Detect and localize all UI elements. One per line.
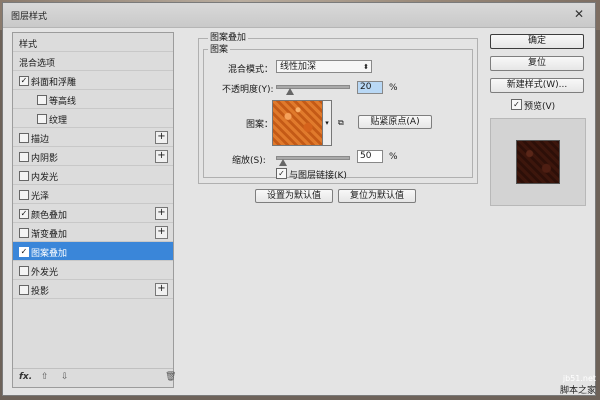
sidebar-item[interactable]: ✓ 斜面和浮雕 [13, 71, 173, 90]
sidebar-item-label: 等高线 [49, 97, 77, 107]
pattern-label: 图案： [246, 120, 274, 130]
fx-icon[interactable]: fx. [19, 372, 32, 382]
move-down-icon[interactable]: ⇩ [61, 372, 69, 382]
sidebar-item-checkbox[interactable]: ✓ [19, 76, 29, 86]
chevron-updown-icon: ⬍ [363, 63, 369, 71]
sidebar-item[interactable]: 内阴影 + [13, 147, 173, 166]
sidebar-item[interactable]: 描边 + [13, 128, 173, 147]
sidebar-header-label: 样式 [19, 40, 38, 50]
sidebar-item[interactable]: 渐变叠加 + [13, 223, 173, 242]
window-title: 图层样式 [11, 12, 48, 22]
add-effect-icon[interactable]: + [155, 131, 168, 144]
opacity-label: 不透明度(Y): [222, 85, 274, 95]
scale-slider-thumb[interactable] [279, 159, 288, 166]
sidebar-item[interactable]: 光泽 [13, 185, 173, 204]
sidebar-item-label: 光泽 [31, 192, 50, 202]
sidebar-item-label: 图案叠加 [31, 249, 68, 259]
reset-button[interactable]: 复位 [490, 56, 584, 71]
pattern-swatch[interactable] [272, 100, 324, 146]
sidebar-item-label: 斜面和浮雕 [31, 78, 77, 88]
preview-checkbox[interactable]: ✓ [511, 99, 522, 110]
pattern-dropdown-arrow-icon[interactable]: ▾ [322, 100, 332, 146]
sidebar-item-label: 投影 [31, 287, 50, 297]
blend-mode-value: 线性加深 [280, 62, 317, 72]
sidebar-item-label: 纹理 [49, 116, 68, 126]
move-up-icon[interactable]: ⇧ [41, 372, 49, 382]
close-icon[interactable]: ✕ [571, 7, 587, 21]
sidebar-item-label: 渐变叠加 [31, 230, 68, 240]
watermark: jb51.net 脚本之家 [560, 374, 596, 396]
sidebar-item[interactable]: 内发光 [13, 166, 173, 185]
opacity-slider-thumb[interactable] [286, 88, 295, 95]
sidebar-item-checkbox[interactable]: ✓ [19, 247, 29, 257]
trash-icon[interactable]: 🗑 [165, 372, 176, 382]
add-effect-icon[interactable]: + [155, 226, 168, 239]
sidebar-item-checkbox[interactable] [19, 152, 29, 162]
watermark-brand: 脚本之家 [559, 386, 596, 396]
link-with-layer-checkbox[interactable]: ✓ [276, 168, 287, 179]
sidebar-item-label: 混合选项 [19, 59, 56, 69]
scale-unit: % [389, 152, 398, 162]
sidebar-item-checkbox[interactable]: ✓ [19, 209, 29, 219]
sidebar-item-label: 内阴影 [31, 154, 59, 164]
styles-list: 样式 混合选项 ✓ 斜面和浮雕 等高线 纹理 描边 + 内阴影 + 内发光 光泽 ✓ 颜色叠加 + 渐变叠加… [12, 32, 176, 388]
reset-default-button[interactable]: 复位为默认值 [338, 189, 416, 203]
snap-origin-button[interactable]: 贴紧原点(A) [358, 115, 432, 129]
sidebar-header-styles[interactable]: 样式 [13, 33, 173, 52]
ok-button[interactable]: 确定 [490, 34, 584, 49]
sidebar-item-label: 外发光 [31, 268, 59, 278]
scale-input[interactable]: 50 [357, 150, 383, 163]
sidebar-item[interactable]: 外发光 [13, 261, 173, 280]
sidebar-item-label: 内发光 [31, 173, 59, 183]
sidebar-item-checkbox[interactable] [37, 114, 47, 124]
new-style-button[interactable]: 新建样式(W)... [490, 78, 584, 93]
sidebar-item[interactable]: 等高线 [13, 90, 173, 109]
sidebar-item-checkbox[interactable] [19, 228, 29, 238]
scale-label: 缩放(S): [232, 156, 266, 166]
sidebar-item-checkbox[interactable] [37, 95, 47, 105]
sidebar-item[interactable]: 混合选项 [13, 52, 173, 71]
preview-thumbnail [516, 140, 560, 184]
list-footer: fx. ⇧ ⇩ 🗑 [13, 368, 176, 387]
sidebar-item-checkbox[interactable] [19, 171, 29, 181]
set-default-button[interactable]: 设置为默认值 [255, 189, 333, 203]
new-preset-icon[interactable]: ⧉ [338, 118, 346, 127]
sidebar-item[interactable]: 纹理 [13, 109, 173, 128]
preview-label: 预览(V) [524, 102, 556, 112]
opacity-unit: % [389, 83, 398, 93]
sidebar-item[interactable]: 投影 + [13, 280, 173, 299]
sidebar-item-checkbox[interactable] [19, 285, 29, 295]
sidebar-item-checkbox[interactable] [19, 266, 29, 276]
sidebar-item-checkbox[interactable] [19, 190, 29, 200]
sidebar-item-label: 描边 [31, 135, 50, 145]
opacity-input[interactable]: 20 [357, 81, 383, 94]
sidebar-item-label: 颜色叠加 [31, 211, 68, 221]
add-effect-icon[interactable]: + [155, 207, 168, 220]
subgroup-title: 图案 [208, 42, 231, 55]
link-with-layer-label: 与图层链接(K) [289, 171, 347, 181]
add-effect-icon[interactable]: + [155, 283, 168, 296]
sidebar-item[interactable]: ✓ 颜色叠加 + [13, 204, 173, 223]
blend-mode-select[interactable]: 线性加深 ⬍ [276, 60, 372, 73]
add-effect-icon[interactable]: + [155, 150, 168, 163]
watermark-site: jb51.net [562, 374, 596, 383]
blend-mode-label: 混合模式： [228, 65, 274, 75]
title-bar: 图层样式 ✕ [3, 3, 595, 28]
sidebar-item[interactable]: ✓ 图案叠加 [13, 242, 173, 261]
sidebar-item-checkbox[interactable] [19, 133, 29, 143]
